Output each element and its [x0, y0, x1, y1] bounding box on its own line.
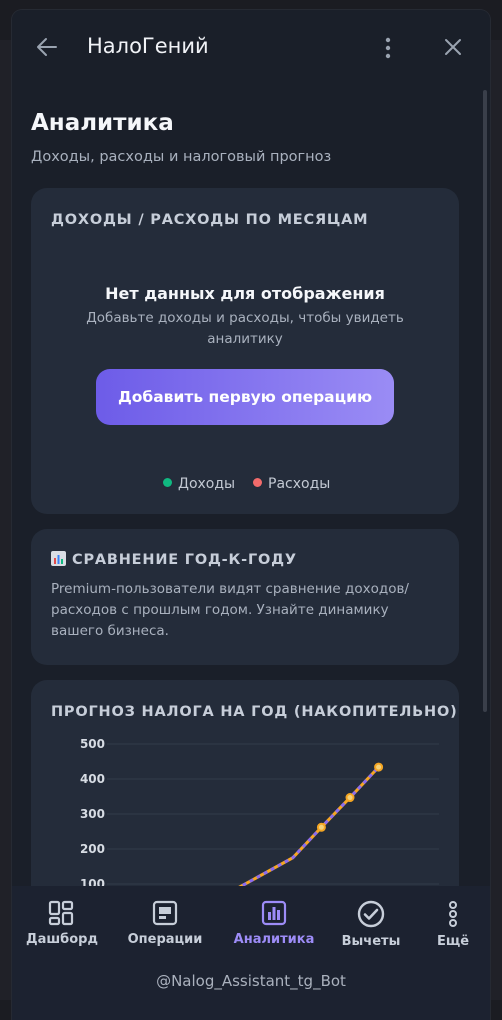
page-subtitle: Доходы, расходы и налоговый прогноз	[31, 149, 332, 165]
app-title: НалоГений	[87, 34, 209, 58]
nav-label: Ещё	[436, 934, 470, 949]
forecast-line	[206, 766, 380, 905]
y-tick-label: 300	[80, 807, 105, 821]
nav-label: Операции	[127, 932, 203, 947]
legend-dot-expense	[253, 478, 262, 487]
yoy-card: СРАВНЕНИЕ ГОД-К-ГОДУ Premium-пользовател…	[31, 529, 459, 665]
kebab-menu-icon[interactable]	[378, 36, 398, 60]
analytics-icon	[261, 900, 287, 926]
dashboard-icon	[48, 900, 74, 926]
bar-chart-icon	[51, 551, 66, 566]
nav-item-analytics[interactable]: Аналитика	[231, 900, 317, 960]
nav-item-dashboard[interactable]: Дашборд	[26, 900, 98, 960]
forecast-line-dash	[206, 766, 380, 905]
yoy-text: Premium-пользователи видят сравнение дох…	[51, 581, 409, 639]
bottom-nav: Дашборд Операции Аналитика Вычеты Ещё @N…	[12, 886, 490, 1020]
nav-item-operations[interactable]: Операции	[125, 900, 205, 960]
forecast-point	[316, 822, 326, 832]
forecast-point	[345, 793, 355, 803]
nav-item-deductions[interactable]: Вычеты	[336, 900, 406, 960]
scrollbar[interactable]	[483, 90, 487, 712]
close-icon[interactable]	[442, 36, 464, 58]
header: НалоГений	[12, 10, 490, 86]
nav-label: Дашборд	[26, 932, 98, 947]
nav-label: Аналитика	[233, 932, 315, 947]
page-title: Аналитика	[31, 110, 174, 136]
legend-dot-income	[163, 478, 172, 487]
add-first-operation-button[interactable]: Добавить первую операцию	[96, 369, 394, 425]
empty-state-text: Добавьте доходы и расходы, чтобы увидеть…	[86, 310, 404, 347]
legend-label-expense: Расходы	[268, 476, 331, 492]
income-expense-card: ДОХОДЫ / РАСХОДЫ ПО МЕСЯЦАМ Нет данных д…	[31, 188, 459, 514]
legend-label-income: Доходы	[178, 476, 236, 492]
background-panel-right	[488, 40, 502, 1000]
yoy-title: СРАВНЕНИЕ ГОД-К-ГОДУ	[51, 551, 297, 568]
app-window: НалоГений Аналитика Доходы, расходы и на…	[12, 10, 490, 1020]
card-title: ДОХОДЫ / РАСХОДЫ ПО МЕСЯЦАМ	[51, 212, 369, 228]
y-tick-label: 500	[80, 737, 105, 751]
empty-state-title: Нет данных для отображения	[105, 284, 385, 303]
forecast-point	[374, 762, 384, 772]
legend-expense: Расходы	[253, 476, 330, 492]
background-panel-left	[0, 40, 12, 1000]
more-vertical-icon	[449, 901, 457, 927]
back-arrow-icon[interactable]	[34, 34, 60, 60]
nav-label: Вычеты	[341, 934, 401, 949]
legend-income: Доходы	[163, 476, 235, 492]
yoy-title-text: СРАВНЕНИЕ ГОД-К-ГОДУ	[72, 552, 297, 568]
nav-item-more[interactable]: Ещё	[428, 900, 478, 960]
y-tick-label: 200	[80, 842, 105, 856]
bot-footer: @Nalog_Assistant_tg_Bot	[156, 972, 346, 990]
check-circle-icon	[357, 900, 385, 928]
y-tick-label: 400	[80, 772, 105, 786]
operations-icon	[152, 900, 178, 926]
